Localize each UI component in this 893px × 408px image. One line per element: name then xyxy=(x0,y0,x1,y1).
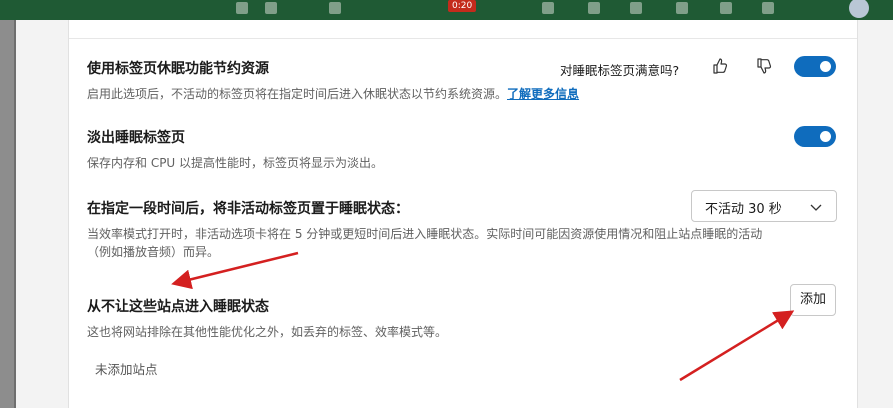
sleeping-tabs-title: 使用标签页休眠功能节约资源 xyxy=(87,61,269,77)
toolbar-icon[interactable] xyxy=(329,2,341,14)
toggle-knob xyxy=(820,61,831,72)
sleeping-tabs-desc: 启用此选项后，不活动的标签页将在指定时间后进入休眠状态以节约系统资源。了解更多信… xyxy=(87,84,579,104)
toggle-knob xyxy=(820,131,831,142)
timeout-desc-line1: 当效率模式打开时，非活动选项卡将在 5 分钟或更短时间后进入睡眠状态。实际时间可… xyxy=(87,227,763,241)
sleeping-tabs-card: 使用标签页休眠功能节约资源 启用此选项后，不活动的标签页将在指定时间后进入休眠状… xyxy=(68,20,858,408)
never-sleep-title: 从不让这些站点进入睡眠状态 xyxy=(87,299,269,315)
profile-avatar[interactable] xyxy=(849,0,869,18)
add-site-button[interactable]: 添加 xyxy=(790,284,836,316)
survey-question: 对睡眠标签页满意吗? xyxy=(560,63,680,78)
fade-title: 淡出睡眠标签页 xyxy=(87,130,185,146)
never-sleep-desc: 这也将网站排除在其他性能优化之外，如丢弃的标签、效率模式等。 xyxy=(87,325,448,339)
collections-icon[interactable] xyxy=(720,2,732,14)
browser-toolbar: 0:20 xyxy=(0,0,893,20)
timeout-selected-value: 不活动 30 秒 xyxy=(705,202,782,217)
extension-icon[interactable] xyxy=(588,2,600,14)
thumbs-up-icon[interactable] xyxy=(709,55,731,77)
window-edge xyxy=(0,20,16,408)
sleeping-tabs-toggle[interactable] xyxy=(794,56,836,77)
toolbar-icon[interactable] xyxy=(236,2,248,14)
learn-more-link[interactable]: 了解更多信息 xyxy=(507,87,579,101)
favorite-icon[interactable] xyxy=(265,2,277,14)
divider xyxy=(69,38,857,39)
no-sites-text: 未添加站点 xyxy=(95,362,158,377)
history-icon[interactable] xyxy=(762,2,774,14)
timer-badge: 0:20 xyxy=(448,0,477,12)
timeout-title: 在指定一段时间后，将非活动标签页置于睡眠状态： xyxy=(87,201,409,217)
timeout-select[interactable]: 不活动 30 秒 xyxy=(691,190,837,222)
thumbs-down-icon[interactable] xyxy=(753,55,775,77)
timeout-desc-line2: （例如播放音频）而异。 xyxy=(87,245,220,259)
extension-icon[interactable] xyxy=(630,2,642,14)
fade-toggle[interactable] xyxy=(794,126,836,147)
extension-icon[interactable] xyxy=(542,2,554,14)
chevron-down-icon xyxy=(810,204,822,211)
split-screen-icon[interactable] xyxy=(676,2,688,14)
sleeping-tabs-desc-text: 启用此选项后，不活动的标签页将在指定时间后进入休眠状态以节约系统资源。 xyxy=(87,87,508,101)
fade-desc: 保存内存和 CPU 以提高性能时，标签页将显示为淡出。 xyxy=(87,156,384,170)
